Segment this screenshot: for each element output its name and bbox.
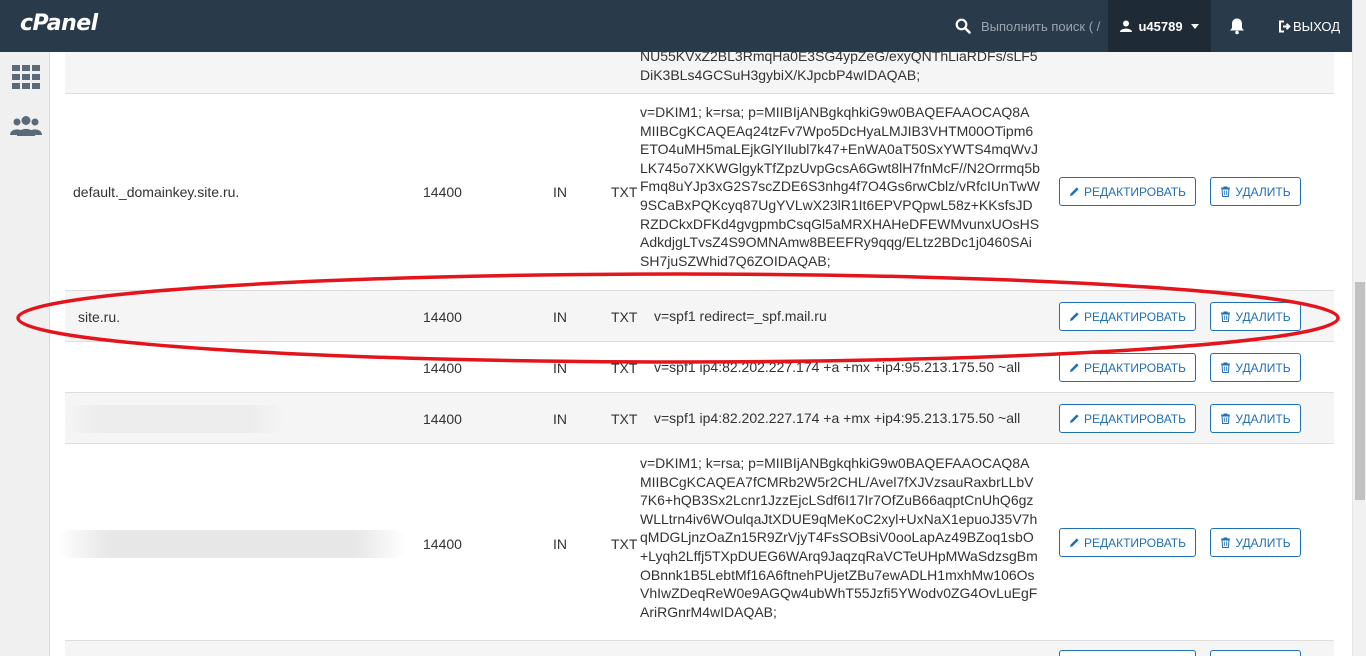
edit-button[interactable]: РЕДАКТИРОВАТЬ — [1059, 404, 1196, 433]
search-input[interactable] — [981, 18, 1101, 34]
bell-icon[interactable] — [1228, 17, 1246, 35]
delete-button[interactable]: УДАЛИТЬ — [1210, 528, 1301, 557]
record-type: TXT — [611, 360, 638, 376]
record-value: v=spf1 ip4:82.202.227.174 +a +mx +ip4:95… — [654, 359, 1021, 375]
trash-icon — [1221, 362, 1231, 373]
record-value: v=DKIM1; k=rsa; p=MIIBIjANBgkqhkiG9w0BAQ… — [640, 455, 1038, 620]
redacted-name — [57, 530, 407, 558]
record-ttl: 14400 — [423, 309, 462, 325]
record-ttl: 14400 — [423, 360, 462, 376]
record-type: TXT — [611, 309, 638, 325]
top-bar: cPanel u45789 ВЫХОД — [0, 0, 1352, 52]
record-class: IN — [553, 309, 567, 325]
edit-label: РЕДАКТИРОВАТЬ — [1083, 309, 1187, 324]
redacted-name — [65, 405, 285, 433]
users-icon[interactable] — [10, 114, 42, 140]
record-class: IN — [553, 411, 567, 427]
record-class: IN — [553, 536, 567, 552]
grid-icon[interactable] — [10, 64, 42, 90]
record-name: site.ru. — [78, 309, 121, 325]
user-icon — [1120, 20, 1133, 32]
logout-icon — [1279, 20, 1291, 32]
delete-label: УДАЛИТЬ — [1235, 309, 1291, 324]
record-class: IN — [553, 184, 567, 200]
search-icon[interactable] — [955, 18, 971, 34]
table-row — [65, 641, 1334, 656]
table-row: site.ru. 14400 IN TXT v=spf1 redirect=_s… — [65, 291, 1334, 342]
delete-button[interactable]: УДАЛИТЬ — [1210, 404, 1301, 433]
edit-label: РЕДАКТИРОВАТЬ — [1083, 360, 1187, 375]
cpanel-logo[interactable]: cPanel — [20, 11, 98, 36]
table-row: NU55KVxZ2BL3RmqHa0E3SG4ypZeG/exyQNThLiaR… — [65, 48, 1334, 94]
pencil-icon — [1069, 414, 1079, 423]
edit-button[interactable] — [1059, 650, 1196, 656]
record-value: v=spf1 redirect=_spf.mail.ru — [654, 308, 827, 324]
trash-icon — [1221, 413, 1231, 424]
edit-label: РЕДАКТИРОВАТЬ — [1083, 535, 1187, 550]
edit-label: РЕДАКТИРОВАТЬ — [1083, 411, 1187, 426]
edit-button[interactable]: РЕДАКТИРОВАТЬ — [1059, 353, 1196, 382]
chevron-down-icon — [1190, 23, 1199, 29]
pencil-icon — [1069, 187, 1079, 196]
record-value: NU55KVxZ2BL3RmqHa0E3SG4ypZeG/exyQNThLiaR… — [640, 48, 1038, 83]
edit-button[interactable]: РЕДАКТИРОВАТЬ — [1059, 528, 1196, 557]
record-class: IN — [553, 360, 567, 376]
record-type: TXT — [611, 536, 638, 552]
delete-label: УДАЛИТЬ — [1235, 184, 1291, 199]
delete-button[interactable]: УДАЛИТЬ — [1210, 353, 1301, 382]
trash-icon — [1221, 537, 1231, 548]
edit-label: РЕДАКТИРОВАТЬ — [1083, 184, 1187, 199]
page-scrollbar[interactable] — [1352, 0, 1366, 656]
table-row: 14400 IN TXT v=spf1 ip4:82.202.227.174 +… — [65, 342, 1334, 393]
logout-label: ВЫХОД — [1293, 18, 1341, 34]
search-area[interactable] — [955, 0, 1101, 52]
delete-label: УДАЛИТЬ — [1235, 535, 1291, 550]
sidebar — [0, 52, 50, 656]
record-ttl: 14400 — [423, 184, 462, 200]
delete-button[interactable]: УДАЛИТЬ — [1210, 302, 1301, 331]
delete-label: УДАЛИТЬ — [1235, 411, 1291, 426]
edit-button[interactable]: РЕДАКТИРОВАТЬ — [1059, 302, 1196, 331]
record-type: TXT — [611, 184, 638, 200]
logout-button[interactable]: ВЫХОД — [1278, 0, 1340, 52]
table-row: default._domainkey.site.ru. 14400 IN TXT… — [65, 94, 1334, 291]
edit-button[interactable]: РЕДАКТИРОВАТЬ — [1059, 177, 1196, 206]
trash-icon — [1221, 311, 1231, 322]
username: u45789 — [1138, 18, 1183, 34]
pencil-icon — [1069, 363, 1079, 372]
record-ttl: 14400 — [423, 411, 462, 427]
user-menu[interactable]: u45789 — [1108, 0, 1211, 52]
record-name: default._domainkey.site.ru. — [73, 184, 240, 200]
record-value: v=spf1 ip4:82.202.227.174 +a +mx +ip4:95… — [654, 410, 1021, 426]
pencil-icon — [1069, 312, 1079, 321]
delete-button[interactable]: УДАЛИТЬ — [1210, 177, 1301, 206]
table-row: 14400 IN TXT v=DKIM1; k=rsa; p=MIIBIjANB… — [57, 444, 1334, 641]
trash-icon — [1221, 186, 1231, 197]
delete-button[interactable] — [1210, 650, 1301, 656]
record-type: TXT — [611, 411, 638, 427]
scrollbar-thumb[interactable] — [1355, 282, 1365, 500]
table-row: 14400 IN TXT v=spf1 ip4:82.202.227.174 +… — [65, 393, 1334, 444]
record-value: v=DKIM1; k=rsa; p=MIIBIjANBgkqhkiG9w0BAQ… — [640, 104, 1040, 269]
delete-label: УДАЛИТЬ — [1235, 360, 1291, 375]
record-ttl: 14400 — [423, 536, 462, 552]
pencil-icon — [1069, 538, 1079, 547]
